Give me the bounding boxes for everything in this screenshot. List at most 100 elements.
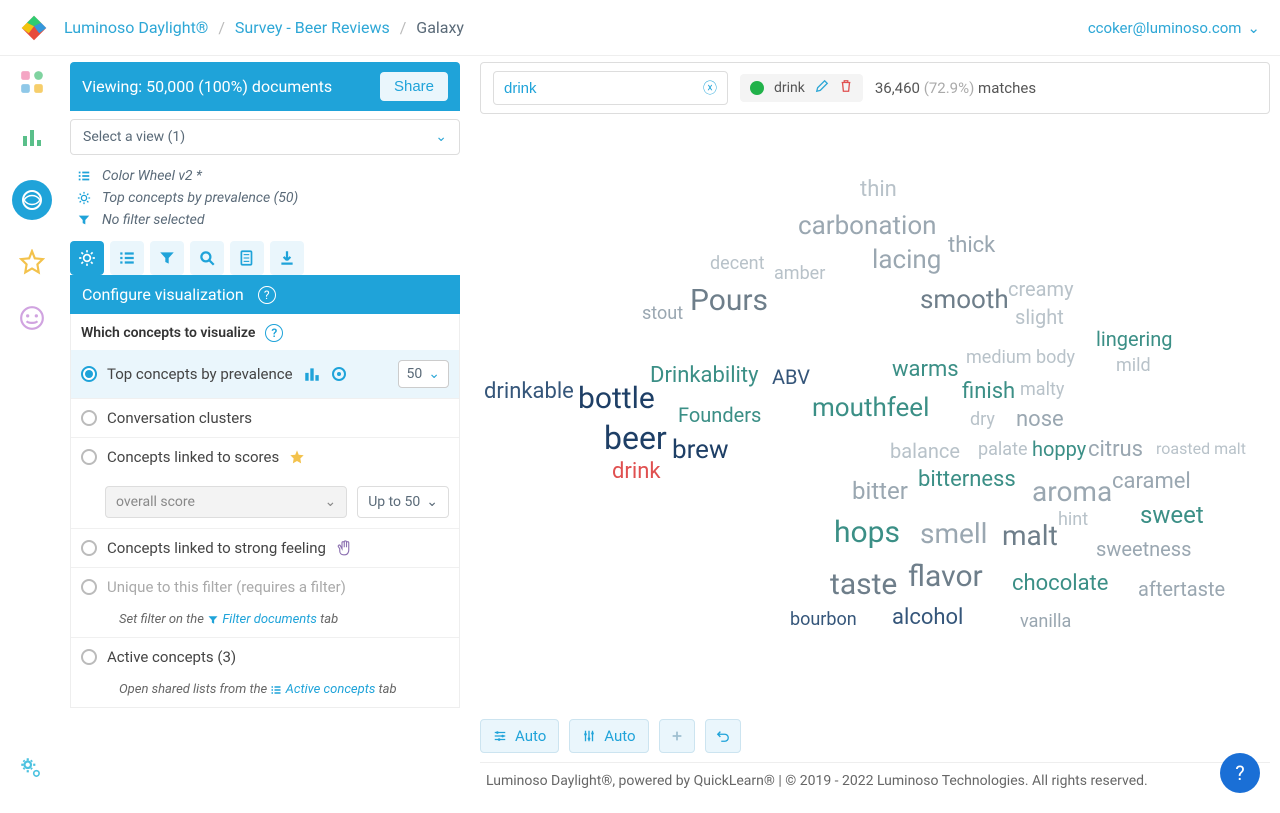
user-menu[interactable]: ccoker@luminoso.com ⌄ (1088, 19, 1260, 37)
config-panel: Viewing: 50,000 (100%) documents Share S… (64, 56, 470, 813)
cloud-word[interactable]: nose (1016, 407, 1064, 432)
search-input[interactable] (504, 80, 703, 97)
topbar: Luminoso Daylight® / Survey - Beer Revie… (0, 0, 1280, 56)
cloud-word[interactable]: carbonation (798, 211, 937, 241)
side-nav (0, 56, 64, 813)
prevalence-count-select[interactable]: 50 ⌄ (398, 360, 449, 388)
cloud-word[interactable]: smooth (920, 285, 1009, 315)
cloud-word[interactable]: vanilla (1020, 611, 1071, 632)
active-concepts-link[interactable]: Active concepts (286, 682, 376, 697)
cloud-word[interactable]: hint (1058, 509, 1088, 530)
cloud-word[interactable]: caramel (1112, 469, 1191, 494)
nav-highlights-icon[interactable] (18, 68, 46, 96)
cloud-word[interactable]: amber (774, 263, 825, 284)
help-fab[interactable]: ? (1220, 753, 1260, 793)
galaxy-cloud[interactable]: thin carbonation thick lacing decent amber sto… (480, 114, 1270, 813)
help-icon[interactable]: ? (258, 286, 276, 304)
option-active[interactable]: Active concepts (3) Open shared lists fr… (71, 638, 459, 707)
cloud-word[interactable]: hoppy (1032, 437, 1086, 461)
plus-icon (670, 729, 684, 743)
tab-concepts[interactable] (110, 241, 144, 275)
cloud-word[interactable]: ABV (772, 365, 810, 389)
nav-star-icon[interactable] (18, 248, 46, 276)
tab-search[interactable] (190, 241, 224, 275)
cloud-word[interactable]: brew (672, 435, 729, 465)
sliders-icon (493, 729, 507, 743)
auto-layout-button[interactable]: Auto (480, 719, 559, 753)
cloud-word[interactable]: bitterness (918, 467, 1016, 492)
cloud-word[interactable]: smell (920, 517, 987, 550)
tab-configure[interactable] (70, 241, 104, 275)
score-field-select[interactable]: overall score ⌄ (105, 486, 347, 518)
cloud-word[interactable]: beer (604, 419, 667, 457)
cloud-word[interactable]: dry (970, 409, 995, 430)
cloud-word[interactable]: warms (892, 357, 959, 382)
cloud-word[interactable]: palate (978, 439, 1028, 460)
score-limit-select[interactable]: Up to 50 ⌄ (357, 486, 449, 518)
cloud-word[interactable]: stout (642, 303, 683, 324)
cloud-word[interactable]: Drinkability (650, 363, 759, 388)
cloud-word[interactable]: creamy (1008, 277, 1074, 301)
nav-sentiment-icon[interactable] (18, 304, 46, 332)
cloud-word[interactable]: lingering (1096, 327, 1173, 351)
cloud-word[interactable]: sweet (1140, 501, 1204, 529)
cloud-word[interactable]: slight (1015, 305, 1064, 329)
cloud-word[interactable]: finish (962, 379, 1015, 404)
cloud-word[interactable]: bitter (852, 477, 908, 505)
cloud-word[interactable]: balance (890, 439, 960, 463)
auto-color-button[interactable]: Auto (569, 719, 648, 753)
cloud-word[interactable]: malt (1002, 519, 1058, 552)
option-scores[interactable]: Concepts linked to scores (71, 438, 459, 476)
cloud-word[interactable]: thin (860, 177, 897, 202)
tab-documents[interactable] (230, 241, 264, 275)
filter-documents-link[interactable]: Filter documents (222, 612, 317, 627)
cloud-word[interactable]: decent (710, 253, 765, 274)
cloud-word[interactable]: lacing (872, 245, 941, 275)
tab-filter[interactable] (150, 241, 184, 275)
cloud-word[interactable]: taste (830, 567, 897, 602)
breadcrumb-project[interactable]: Survey - Beer Reviews (235, 18, 390, 37)
share-button[interactable]: Share (380, 72, 448, 101)
option-clusters[interactable]: Conversation clusters (71, 399, 459, 438)
cloud-word[interactable]: Pours (690, 283, 768, 318)
cloud-word[interactable]: citrus (1088, 437, 1143, 462)
cloud-word[interactable]: drink (612, 459, 661, 484)
breadcrumb-product[interactable]: Luminoso Daylight® (64, 18, 208, 37)
cloud-word[interactable]: Founders (678, 403, 761, 427)
cloud-word[interactable]: bourbon (790, 609, 857, 630)
cloud-word[interactable]: flavor (908, 559, 983, 594)
cloud-word[interactable]: drinkable (484, 379, 574, 404)
nav-galaxy-icon[interactable] (12, 180, 52, 220)
settings-fab-icon[interactable] (18, 755, 44, 785)
option-feeling[interactable]: Concepts linked to strong feeling (71, 529, 459, 568)
undo-icon (716, 729, 730, 743)
cloud-word[interactable]: medium body (966, 347, 1075, 368)
cloud-word[interactable]: malty (1020, 379, 1064, 400)
add-button[interactable] (659, 719, 695, 753)
cloud-word[interactable]: thick (948, 233, 995, 258)
color-dot-icon (750, 81, 764, 95)
edit-icon[interactable] (815, 79, 829, 97)
option-prevalence[interactable]: Top concepts by prevalence 50 ⌄ (71, 350, 459, 399)
trash-icon[interactable] (839, 79, 853, 97)
cloud-word[interactable]: aroma (1032, 475, 1112, 508)
cloud-word[interactable]: sweetness (1096, 537, 1191, 561)
cloud-word[interactable]: chocolate (1012, 571, 1108, 596)
nav-dashboard-icon[interactable] (18, 124, 46, 152)
help-icon[interactable]: ? (265, 324, 283, 342)
cloud-word[interactable]: mild (1116, 355, 1151, 376)
list-icon (76, 169, 92, 183)
bar-chart-icon (303, 365, 321, 383)
cloud-word[interactable]: hops (834, 515, 900, 550)
select-view-dropdown[interactable]: Select a view (1) ⌄ (70, 119, 460, 155)
reset-button[interactable] (705, 719, 741, 753)
chip-label: drink (774, 80, 805, 96)
clear-icon[interactable]: ⓧ (703, 78, 717, 98)
cloud-word[interactable]: mouthfeel (812, 393, 929, 423)
cloud-word[interactable]: alcohol (892, 605, 963, 630)
cloud-word[interactable]: bottle (578, 381, 655, 416)
tab-download[interactable] (270, 241, 304, 275)
search-input-wrap: ⓧ (493, 71, 728, 105)
cloud-word[interactable]: aftertaste (1138, 577, 1225, 601)
cloud-word[interactable]: roasted malt (1156, 439, 1246, 458)
